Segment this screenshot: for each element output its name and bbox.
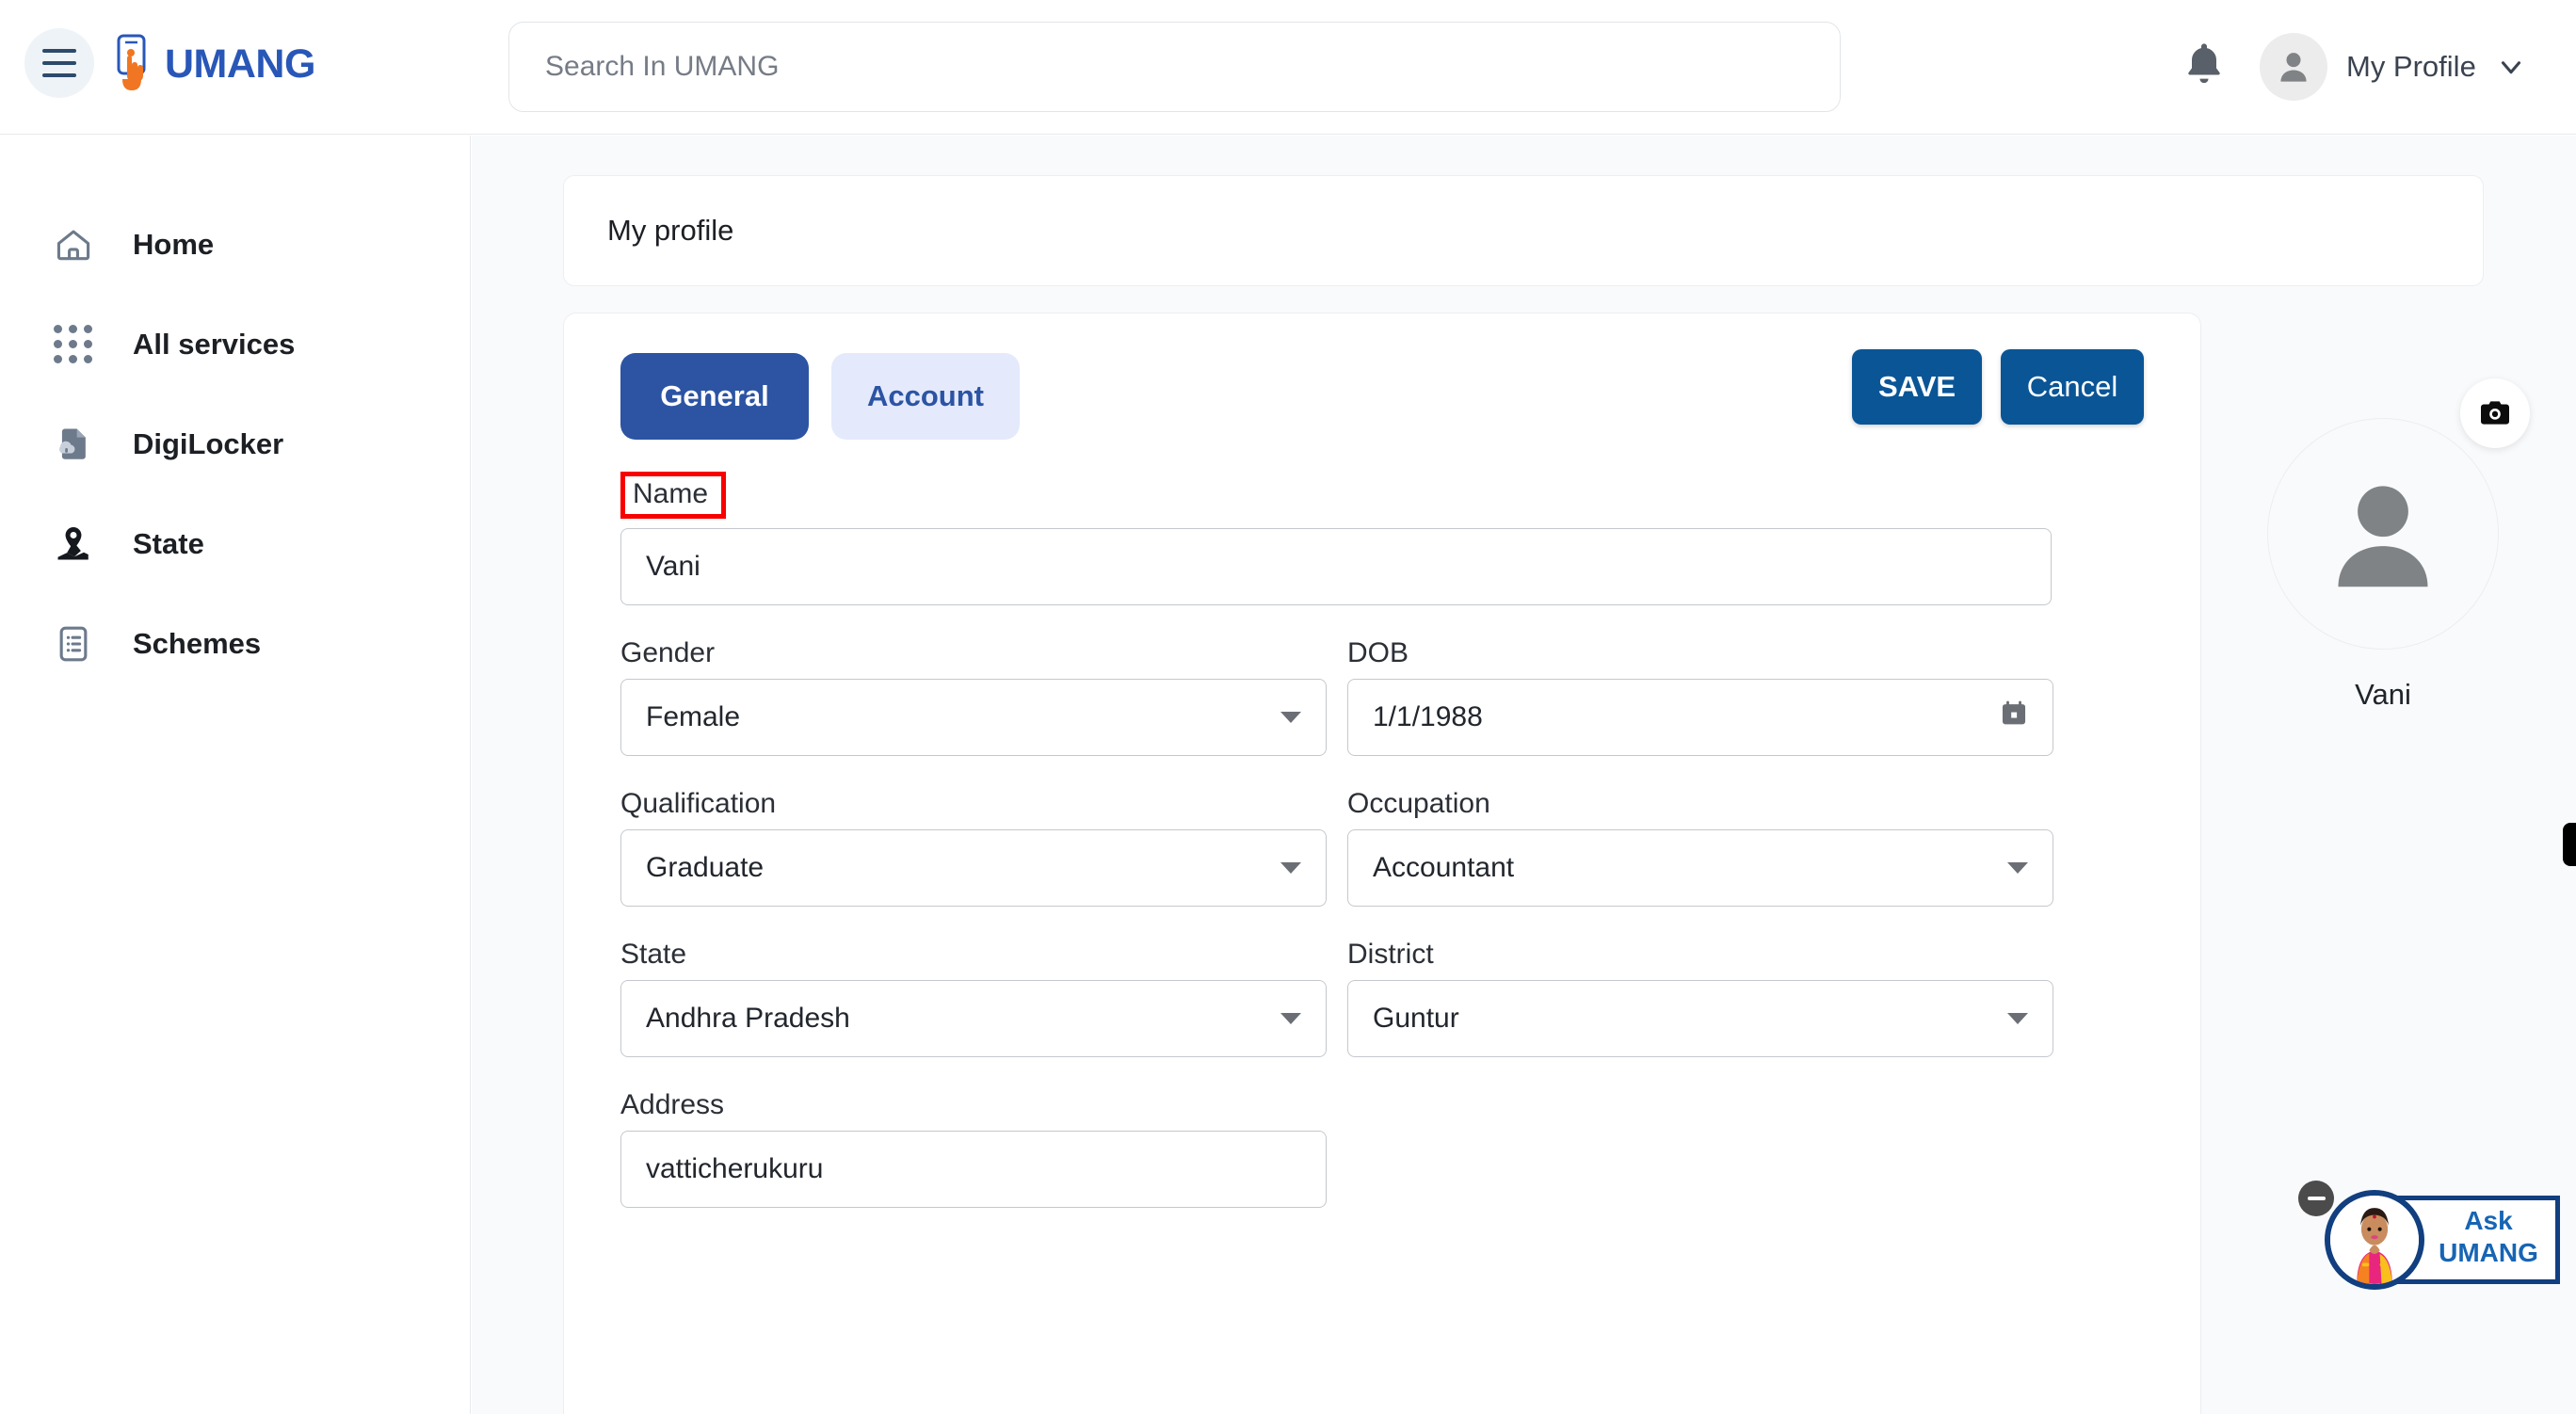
side-drawer-handle[interactable] bbox=[2563, 823, 2576, 866]
sidebar-item-all-services[interactable]: All services bbox=[0, 295, 470, 394]
dob-value: 1/1/1988 bbox=[1373, 701, 1483, 732]
name-input[interactable] bbox=[620, 528, 2052, 605]
field-dob: DOB 1/1/1988 bbox=[1347, 637, 2053, 756]
district-select[interactable]: Guntur bbox=[1347, 980, 2053, 1057]
form-action-buttons: SAVE Cancel bbox=[1852, 349, 2144, 425]
home-icon bbox=[52, 223, 95, 266]
profile-picture-panel: Vani bbox=[2242, 378, 2530, 712]
dob-label: DOB bbox=[1347, 637, 1409, 668]
occupation-value: Accountant bbox=[1373, 852, 1515, 883]
umang-finger-phone-logo-icon bbox=[106, 34, 155, 94]
dob-input[interactable]: 1/1/1988 bbox=[1347, 679, 2053, 756]
ask-umang-label: Ask UMANG bbox=[2423, 1205, 2554, 1269]
profile-menu-button[interactable]: My Profile bbox=[2260, 33, 2527, 101]
field-qualification: Qualification Graduate bbox=[620, 788, 1327, 907]
page-title: My profile bbox=[607, 214, 734, 247]
ask-umang-widget: Ask UMANG bbox=[2279, 1171, 2562, 1293]
field-row-qualification-occupation: Qualification Graduate Occupation Accoun… bbox=[620, 788, 2144, 907]
global-search[interactable] bbox=[508, 22, 1841, 112]
page-title-panel: My profile bbox=[563, 175, 2484, 286]
sidebar-item-state[interactable]: State bbox=[0, 494, 470, 594]
field-row-gender-dob: Gender Female DOB 1/1/1988 bbox=[620, 637, 2144, 756]
calendar-icon[interactable] bbox=[1998, 698, 2030, 737]
field-row-address: Address bbox=[620, 1089, 2144, 1208]
form-tabs: General Account SAVE Cancel bbox=[620, 349, 2144, 440]
search-input[interactable] bbox=[508, 22, 1841, 112]
field-state: State Andhra Pradesh bbox=[620, 939, 1327, 1057]
district-value: Guntur bbox=[1373, 1003, 1459, 1034]
chevron-down-icon bbox=[1280, 1013, 1301, 1024]
main-content-area: My profile General Account SAVE Cancel N… bbox=[472, 136, 2576, 1414]
namaste-assistant-avatar-icon bbox=[2325, 1190, 2424, 1290]
chevron-down-icon bbox=[1280, 862, 1301, 874]
save-button[interactable]: SAVE bbox=[1852, 349, 1982, 425]
state-value: Andhra Pradesh bbox=[646, 1003, 850, 1034]
avatar bbox=[2267, 418, 2499, 650]
field-row-state-district: State Andhra Pradesh District Guntur bbox=[620, 939, 2144, 1057]
sidebar-item-label: Home bbox=[133, 228, 215, 261]
profile-form-card: General Account SAVE Cancel Name Gender … bbox=[563, 313, 2201, 1414]
digilocker-document-cloud-icon bbox=[52, 423, 95, 466]
chevron-down-icon bbox=[1280, 712, 1301, 723]
field-gender: Gender Female bbox=[620, 637, 1327, 756]
field-district: District Guntur bbox=[1347, 939, 2053, 1057]
name-label-wrapper: Name bbox=[620, 472, 2052, 519]
map-pin-icon bbox=[52, 522, 95, 566]
sidebar-item-label: DigiLocker bbox=[133, 427, 284, 460]
grid-dots-icon bbox=[52, 323, 95, 366]
occupation-label: Occupation bbox=[1347, 788, 1490, 819]
address-input[interactable] bbox=[620, 1131, 1327, 1208]
field-occupation: Occupation Accountant bbox=[1347, 788, 2053, 907]
gender-value: Female bbox=[646, 701, 741, 732]
sidebar-item-digilocker[interactable]: DigiLocker bbox=[0, 394, 470, 494]
top-navigation-bar: UMANG My Profile bbox=[0, 0, 2576, 135]
name-label: Name bbox=[620, 472, 727, 519]
notification-bell-icon[interactable] bbox=[2180, 40, 2229, 88]
brand-logo-link[interactable]: UMANG bbox=[106, 34, 315, 94]
cancel-button[interactable]: Cancel bbox=[2001, 349, 2144, 425]
state-label: State bbox=[620, 939, 687, 970]
ask-umang-line2: UMANG bbox=[2439, 1238, 2538, 1267]
gender-label: Gender bbox=[620, 637, 716, 668]
sidebar-item-home[interactable]: Home bbox=[0, 195, 470, 295]
profile-menu-label: My Profile bbox=[2346, 50, 2476, 83]
ask-umang-button[interactable]: Ask UMANG bbox=[2325, 1190, 2560, 1290]
clipboard-checklist-icon bbox=[52, 622, 95, 666]
qualification-select[interactable]: Graduate bbox=[620, 829, 1327, 907]
chevron-down-icon bbox=[2007, 862, 2028, 874]
chevron-down-icon bbox=[2495, 51, 2527, 83]
address-label: Address bbox=[620, 1089, 725, 1120]
field-row-name: Name bbox=[620, 472, 2144, 605]
avatar bbox=[2260, 33, 2327, 101]
field-name: Name bbox=[620, 472, 2052, 605]
sidebar-item-label: Schemes bbox=[133, 627, 262, 660]
sidebar-item-label: All services bbox=[133, 328, 296, 361]
sidebar-item-label: State bbox=[133, 527, 204, 560]
hamburger-icon-line bbox=[42, 61, 76, 65]
state-select[interactable]: Andhra Pradesh bbox=[620, 980, 1327, 1057]
tab-general[interactable]: General bbox=[620, 353, 809, 440]
ask-umang-line1: Ask bbox=[2464, 1206, 2513, 1235]
camera-icon[interactable] bbox=[2460, 378, 2530, 448]
field-address: Address bbox=[620, 1089, 1327, 1208]
chevron-down-icon bbox=[2007, 1013, 2028, 1024]
district-label: District bbox=[1347, 939, 1434, 970]
gender-select[interactable]: Female bbox=[620, 679, 1327, 756]
tab-account[interactable]: Account bbox=[831, 353, 1020, 440]
hamburger-menu-button[interactable] bbox=[24, 28, 94, 98]
hamburger-icon-line bbox=[42, 73, 76, 77]
qualification-label: Qualification bbox=[620, 788, 777, 819]
sidebar-navigation: Home All services DigiLocker State Schem… bbox=[0, 136, 471, 1414]
hamburger-icon-line bbox=[42, 49, 76, 53]
brand-name: UMANG bbox=[165, 40, 315, 87]
qualification-value: Graduate bbox=[646, 852, 765, 883]
sidebar-item-schemes[interactable]: Schemes bbox=[0, 594, 470, 694]
avatar-caption: Vani bbox=[2355, 678, 2411, 711]
occupation-select[interactable]: Accountant bbox=[1347, 829, 2053, 907]
